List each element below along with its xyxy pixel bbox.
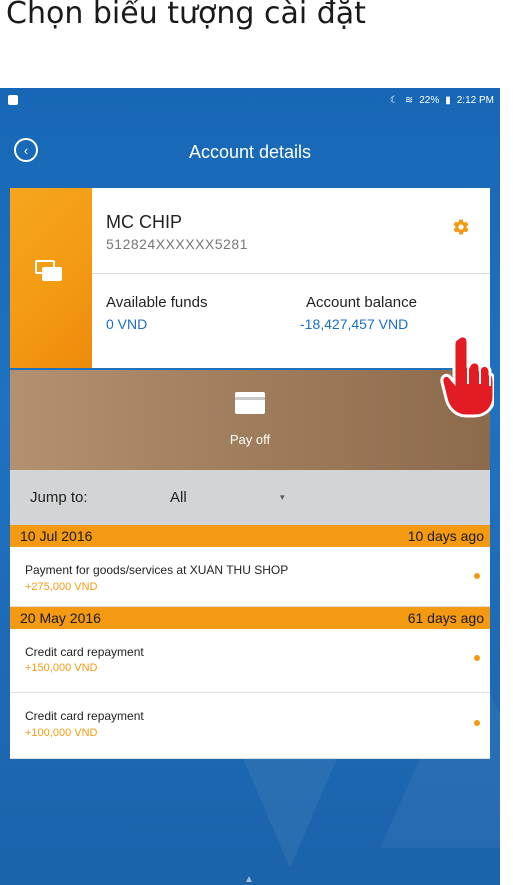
- transaction-row[interactable]: Credit card repayment +150,000 VND: [10, 629, 490, 693]
- transaction-row[interactable]: Payment for goods/services at XUAN THU S…: [10, 547, 490, 607]
- days-ago-label: 61 days ago: [407, 610, 484, 626]
- transaction-amount: +100,000 VND: [25, 727, 98, 739]
- jump-to-bar: Jump to: All ▾: [10, 470, 490, 525]
- pay-off-button[interactable]: Pay off: [10, 370, 490, 470]
- date-label: 20 May 2016: [20, 610, 101, 626]
- gear-icon[interactable]: [452, 218, 470, 236]
- top-bar: ‹ Account details: [0, 114, 500, 184]
- transaction-description: Credit card repayment: [25, 645, 144, 659]
- jump-to-select[interactable]: All: [170, 489, 187, 506]
- battery-icon: ▮: [445, 95, 451, 106]
- home-indicator-icon: ▲: [244, 874, 254, 885]
- transaction-amount: +150,000 VND: [25, 662, 98, 674]
- jump-to-label: Jump to:: [30, 489, 88, 506]
- card-icon: [35, 260, 63, 282]
- status-right: ☾ ≋ 22% ▮ 2:12 PM: [390, 95, 494, 106]
- account-balance-value: -18,427,457 VND: [300, 316, 409, 332]
- card-number: 512824XXXXXX5281: [106, 236, 248, 252]
- chevron-right-icon: [474, 720, 480, 726]
- phone-screen: ☾ ≋ 22% ▮ 2:12 PM ‹ Account details MC C…: [0, 88, 500, 885]
- date-header: 20 May 2016 61 days ago: [10, 607, 490, 629]
- clock: 2:12 PM: [456, 95, 494, 106]
- available-funds-value: 0 VND: [106, 316, 148, 332]
- pointing-hand-icon: [440, 334, 494, 418]
- transaction-description: Payment for goods/services at XUAN THU S…: [25, 563, 289, 577]
- card-name: MC CHIP: [106, 212, 182, 232]
- card-strip: [10, 188, 92, 368]
- divider: [92, 273, 490, 274]
- status-bar: ☾ ≋ 22% ▮ 2:12 PM: [0, 88, 500, 114]
- battery-percent: 22%: [419, 95, 440, 106]
- available-funds-label: Available funds: [106, 294, 208, 311]
- chevron-down-icon[interactable]: ▾: [280, 492, 285, 503]
- credit-card-icon: [235, 392, 265, 414]
- caption-text: Chọn biểu tượng cài đặt: [6, 0, 366, 31]
- notification-icon: [8, 95, 18, 105]
- moon-icon: ☾: [389, 95, 399, 106]
- page-title: Account details: [188, 142, 312, 162]
- pay-off-label: Pay off: [229, 432, 271, 447]
- account-balance-label: Account balance: [306, 294, 417, 311]
- days-ago-label: 10 days ago: [407, 528, 484, 544]
- chevron-right-icon: [474, 573, 480, 579]
- account-card: MC CHIP 512824XXXXXX5281 Available funds…: [10, 188, 490, 368]
- wifi-icon: ≋: [404, 95, 414, 106]
- chevron-right-icon: [474, 655, 480, 661]
- date-header: 10 Jul 2016 10 days ago: [10, 525, 490, 547]
- date-label: 10 Jul 2016: [20, 528, 93, 544]
- gear-icon-svg: [453, 219, 469, 235]
- transaction-row[interactable]: Credit card repayment +100,000 VND: [10, 693, 490, 759]
- transaction-description: Credit card repayment: [25, 709, 144, 723]
- transaction-amount: +275,000 VND: [25, 581, 98, 593]
- page-margin: [500, 88, 513, 885]
- instruction-caption: Chọn biểu tượng cài đặt: [0, 0, 513, 88]
